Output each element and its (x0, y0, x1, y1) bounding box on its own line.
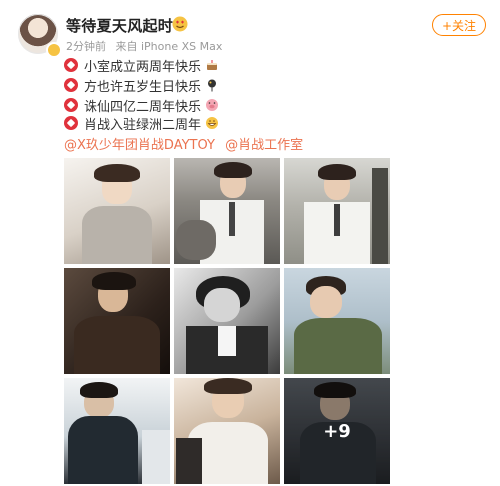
mention-link[interactable]: @X玖少年团肖战DAYTOY (64, 138, 215, 153)
pig-face-icon (206, 99, 219, 111)
photo-thumbnail[interactable] (174, 158, 280, 264)
username[interactable]: 等待夏天风起时 (66, 15, 173, 36)
red-badge-icon (64, 98, 78, 112)
photo-thumbnail[interactable] (64, 378, 170, 484)
content-line-text: 方也许五岁生日快乐 (84, 79, 202, 95)
photo-thumbnail[interactable] (284, 268, 390, 374)
red-badge-icon (64, 116, 78, 130)
red-badge-icon (64, 58, 78, 72)
balloon-icon (208, 79, 217, 92)
post-source: 来自 iPhone XS Max (115, 40, 223, 53)
photo-thumbnail-more[interactable]: +9 (284, 378, 390, 484)
photo-thumbnail[interactable] (284, 158, 390, 264)
mentions: @X玖少年团肖战DAYTOY @肖战工作室 (64, 134, 309, 153)
post-meta: 2分钟前 来自 iPhone XS Max (66, 38, 228, 54)
cake-icon (207, 60, 218, 70)
photo-thumbnail[interactable] (64, 158, 170, 264)
content-line: 肖战入驻绿洲二周年 (64, 114, 219, 133)
photo-thumbnail[interactable] (174, 378, 280, 484)
red-badge-icon (64, 78, 78, 92)
grin-face-icon (206, 117, 219, 129)
content-line-text: 诛仙四亿二周年快乐 (84, 99, 202, 115)
follow-button[interactable]: +关注 (432, 14, 486, 36)
post-time: 2分钟前 (66, 40, 106, 53)
content-line: 小室成立两周年快乐 (64, 56, 219, 75)
content-line: 方也许五岁生日快乐 (64, 76, 219, 95)
photo-thumbnail[interactable] (64, 268, 170, 374)
heart-eyes-icon (172, 16, 188, 32)
content-line-text: 肖战入驻绿洲二周年 (84, 117, 202, 133)
content-line: 诛仙四亿二周年快乐 (64, 96, 219, 115)
more-photos-count: +9 (284, 378, 390, 484)
mention-link[interactable]: @肖战工作室 (225, 138, 303, 153)
content-line-text: 小室成立两周年快乐 (84, 59, 202, 75)
verified-badge-icon (46, 42, 62, 58)
photo-thumbnail[interactable] (174, 268, 280, 374)
weibo-post: 等待夏天风起时 2分钟前 来自 iPhone XS Max +关注 小室成立两周… (0, 0, 500, 486)
